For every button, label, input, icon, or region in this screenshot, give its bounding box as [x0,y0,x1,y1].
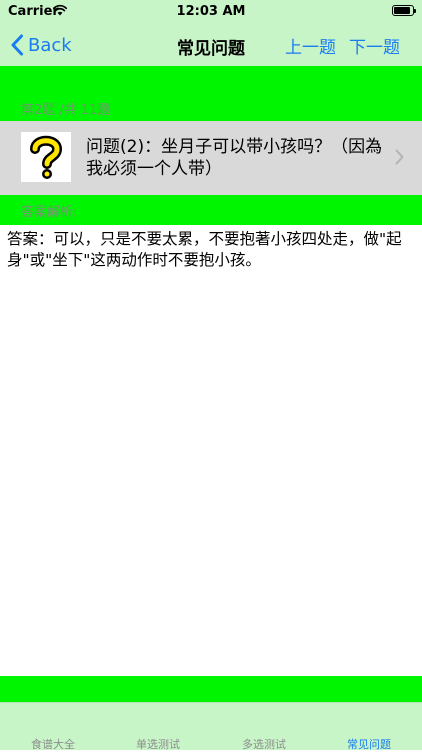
chevron-left-icon [11,34,23,56]
status-bar: Carrier 12:03 AM [0,0,422,24]
chevron-right-icon [395,149,404,165]
bottom-green-band [0,676,422,702]
navigation-bar: Back 常见问题 上一题 下一题 [0,24,422,66]
question-count: 第2题 /共 11题 [21,103,111,118]
question-row[interactable]: 问题(2)：坐月子可以带小孩吗？（因為我必须一个人带） [0,121,422,195]
back-button[interactable]: Back [10,32,72,58]
battery-icon [392,5,416,16]
question-count-bar: 第2题 /共 11题 [0,96,422,121]
answer-text: 答案：可以，只是不要太累，不要抱著小孩四处走，做"起身"或"坐下"这两动作时不要… [7,230,402,269]
previous-question-button[interactable]: 上一题 [285,33,336,58]
back-button-label: Back [28,34,72,56]
tab-bar: 食谱大全 单选测试 多选测试 常见问题 [0,702,422,751]
next-question-button[interactable]: 下一题 [349,33,400,58]
clock: 12:03 AM [176,4,246,19]
top-green-band [0,66,422,96]
question-mark-icon [21,132,71,182]
answer-header-label: 答案解析: [21,205,78,220]
answer-header-bar: 答案解析: [0,195,422,225]
question-text: 问题(2)：坐月子可以带小孩吗？（因為我必须一个人带） [86,137,383,179]
